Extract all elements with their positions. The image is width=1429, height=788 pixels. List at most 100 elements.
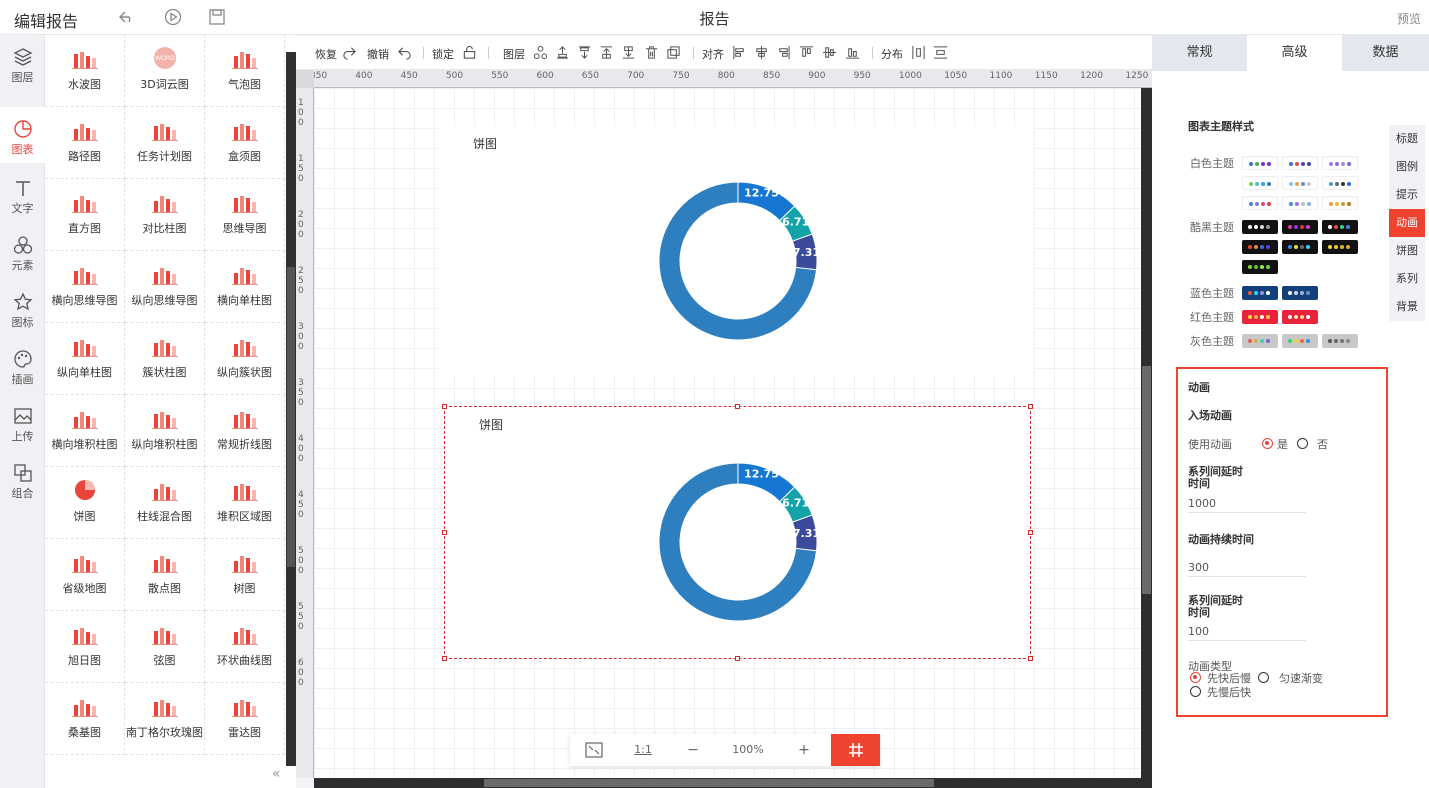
nav-text[interactable]: 文字	[0, 166, 45, 222]
palette-item[interactable]: 柱线混合图	[125, 467, 205, 539]
theme-swatch[interactable]	[1242, 196, 1278, 210]
theme-swatch[interactable]	[1282, 334, 1318, 348]
play-icon[interactable]	[163, 7, 183, 27]
theme-swatch[interactable]	[1242, 334, 1278, 348]
restore-label[interactable]: 恢复	[315, 46, 337, 62]
preview-button[interactable]: 预览	[1397, 10, 1421, 27]
copy-icon[interactable]	[666, 45, 681, 60]
align-middle-v-icon[interactable]	[822, 45, 837, 60]
send-back-icon[interactable]	[621, 45, 636, 60]
zoom-out-button[interactable]: −	[668, 734, 718, 766]
theme-swatch[interactable]	[1322, 334, 1358, 348]
palette-item[interactable]: 横向堆积柱图	[45, 395, 125, 467]
align-label[interactable]: 对齐	[702, 46, 724, 62]
palette-item[interactable]: 环状曲线图	[205, 611, 285, 683]
align-right-icon[interactable]	[776, 45, 791, 60]
palette-item[interactable]: 路径图	[45, 107, 125, 179]
palette-item[interactable]: 桑基图	[45, 683, 125, 755]
theme-swatch[interactable]	[1242, 310, 1278, 324]
align-left-icon[interactable]	[732, 45, 747, 60]
theme-swatch[interactable]	[1282, 310, 1318, 324]
palette-item[interactable]: 纵向簇状图	[205, 323, 285, 395]
canvas-vertical-scrollbar[interactable]	[1141, 88, 1152, 778]
palette-item[interactable]: 省级地图	[45, 539, 125, 611]
palette-item[interactable]: 对比柱图	[125, 179, 205, 251]
theme-swatch[interactable]	[1242, 176, 1278, 190]
theme-swatch[interactable]	[1322, 240, 1358, 254]
theme-swatch[interactable]	[1322, 196, 1358, 210]
anim-type-linear-radio[interactable]	[1258, 672, 1269, 683]
nav-upload[interactable]: 上传	[0, 394, 45, 450]
theme-swatch[interactable]	[1242, 220, 1278, 234]
theme-swatch[interactable]	[1242, 260, 1278, 274]
lock-icon[interactable]	[462, 45, 477, 60]
theme-swatch[interactable]	[1322, 156, 1358, 170]
collapse-panel-icon[interactable]: «	[272, 766, 281, 782]
anim-type-ease-out-radio[interactable]	[1190, 672, 1201, 683]
align-top-icon[interactable]	[799, 45, 814, 60]
resize-handle[interactable]	[1028, 404, 1033, 409]
nav-icons[interactable]: 图标	[0, 280, 45, 336]
sidetab-tooltip[interactable]: 提示	[1389, 181, 1425, 209]
palette-scrollbar[interactable]	[286, 52, 296, 766]
nav-charts[interactable]: 图表	[0, 107, 45, 163]
palette-item[interactable]: 气泡图	[205, 35, 285, 107]
bring-up-icon[interactable]	[555, 45, 570, 60]
undo-back-icon[interactable]	[117, 7, 137, 27]
align-bottom-icon[interactable]	[845, 45, 860, 60]
grid-toggle-button[interactable]	[831, 734, 880, 766]
fit-screen-button[interactable]	[570, 734, 618, 766]
layer-label[interactable]: 图层	[503, 46, 525, 62]
resize-handle[interactable]	[735, 656, 740, 661]
palette-item[interactable]: 思维导图	[205, 179, 285, 251]
palette-item[interactable]: 堆积区域图	[205, 467, 285, 539]
lock-label[interactable]: 锁定	[432, 46, 454, 62]
distribute-label[interactable]: 分布	[881, 46, 903, 62]
theme-swatch[interactable]	[1282, 196, 1318, 210]
nav-layers[interactable]: 图层	[0, 35, 45, 91]
resize-handle[interactable]	[1028, 530, 1033, 535]
align-center-h-icon[interactable]	[754, 45, 769, 60]
palette-item[interactable]: 直方图	[45, 179, 125, 251]
theme-swatch[interactable]	[1282, 220, 1318, 234]
sidetab-background[interactable]: 背景	[1389, 293, 1425, 321]
nav-illustration[interactable]: 插画	[0, 337, 45, 393]
palette-item[interactable]: 横向单柱图	[205, 251, 285, 323]
sidetab-series[interactable]: 系列	[1389, 265, 1425, 293]
delete-icon[interactable]	[644, 45, 659, 60]
canvas-horizontal-scrollbar[interactable]	[314, 778, 1152, 788]
sidetab-legend[interactable]: 图例	[1389, 153, 1425, 181]
palette-item[interactable]: 旭日图	[45, 611, 125, 683]
palette-item[interactable]: 弦图	[125, 611, 205, 683]
nav-elements[interactable]: 元素	[0, 223, 45, 279]
use-animation-no-radio[interactable]	[1297, 438, 1308, 449]
series-delay2-input[interactable]: 100	[1188, 625, 1209, 638]
layer-group-icon[interactable]	[533, 45, 548, 60]
resize-handle[interactable]	[442, 404, 447, 409]
palette-item[interactable]: 簇状柱图	[125, 323, 205, 395]
palette-item[interactable]: 散点图	[125, 539, 205, 611]
palette-scroll-thumb[interactable]	[287, 267, 295, 567]
palette-item[interactable]: WORD 3D词云图	[125, 35, 205, 107]
resize-handle[interactable]	[735, 404, 740, 409]
tab-advanced[interactable]: 高级	[1247, 35, 1342, 71]
sidetab-animation[interactable]: 动画	[1389, 209, 1425, 237]
palette-item[interactable]: 雷达图	[205, 683, 285, 755]
sidetab-title[interactable]: 标题	[1389, 125, 1425, 153]
palette-item[interactable]: 纵向堆积柱图	[125, 395, 205, 467]
sidetab-pie[interactable]: 饼图	[1389, 237, 1425, 265]
duration-input[interactable]: 300	[1188, 561, 1209, 574]
palette-item[interactable]: 南丁格尔玫瑰图	[125, 683, 205, 755]
resize-handle[interactable]	[442, 530, 447, 535]
palette-item[interactable]: 饼图	[45, 467, 125, 539]
zoom-in-button[interactable]: +	[778, 734, 830, 766]
selection-box[interactable]	[442, 404, 1033, 661]
save-icon[interactable]	[207, 7, 227, 27]
palette-item[interactable]: 纵向单柱图	[45, 323, 125, 395]
resize-handle[interactable]	[442, 656, 447, 661]
theme-swatch[interactable]	[1282, 156, 1318, 170]
theme-swatch[interactable]	[1242, 286, 1278, 300]
canvas-vscroll-thumb[interactable]	[1142, 366, 1151, 594]
theme-swatch[interactable]	[1322, 176, 1358, 190]
theme-swatch[interactable]	[1242, 156, 1278, 170]
